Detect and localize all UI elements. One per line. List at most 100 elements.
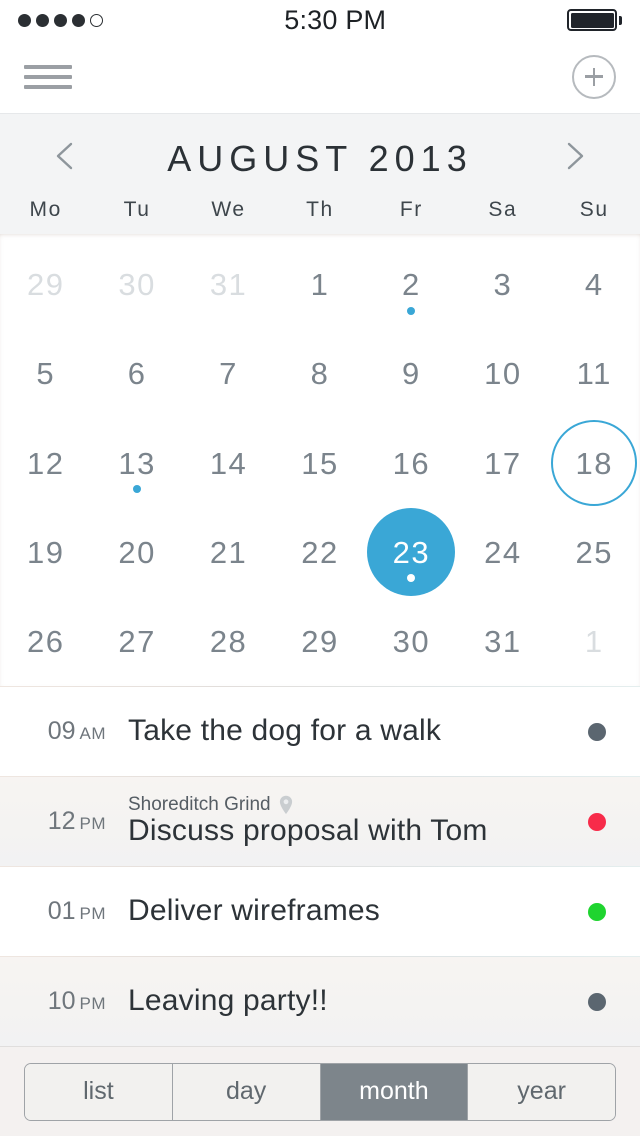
calendar-day-number: 23 <box>392 534 431 570</box>
calendar-day-number: 17 <box>484 445 522 481</box>
battery-full-icon <box>567 9 622 31</box>
calendar-day-number: 14 <box>209 445 248 481</box>
calendar-week-row: 5 6 7 8 9 10 11 <box>0 329 640 418</box>
weekday-labels: Mo Tu We Th Fr Sa Su <box>0 198 640 234</box>
event-status-dot <box>588 902 606 921</box>
calendar-week-row: 26 27 28 29 30 31 1 <box>0 597 640 686</box>
calendar-day-cell[interactable]: 19 <box>0 508 91 597</box>
app-screen: 5:30 PM AUGUST 2013 Mo Tu We Th Fr Sa Su 29 30 3… <box>0 0 640 1136</box>
month-header: AUGUST 2013 Mo Tu We Th Fr Sa Su <box>0 114 640 234</box>
calendar-day-number: 24 <box>484 534 522 570</box>
calendar-day-number: 7 <box>219 356 238 392</box>
event-status-dot <box>588 812 606 831</box>
event-list: 09 AM Take the dog for a walk 12 PM Shoreditc… <box>0 686 640 1046</box>
calendar-day-cell[interactable]: 24 <box>457 508 548 597</box>
calendar-day-number: 2 <box>402 267 421 303</box>
calendar-day-number: 16 <box>392 445 431 481</box>
calendar-day-cell[interactable]: 22 <box>274 508 365 597</box>
calendar-day-cell[interactable]: 29 <box>0 240 91 329</box>
calendar-day-number: 26 <box>26 623 65 659</box>
event-body: Deliver wireframes <box>128 894 588 929</box>
calendar-day-cell[interactable]: 1 <box>274 240 365 329</box>
hamburger-menu-icon[interactable] <box>24 61 72 93</box>
event-title: Discuss proposal with Tom <box>128 814 488 848</box>
event-time: 12 PM <box>0 807 128 836</box>
weekday-label: Fr <box>399 198 423 221</box>
event-title: Deliver wireframes <box>128 894 380 928</box>
calendar-day-event-dot <box>133 485 142 493</box>
tab-year[interactable]: year <box>468 1063 615 1120</box>
calendar-day-number: 6 <box>127 356 147 392</box>
calendar-day-cell[interactable]: 10 <box>457 329 548 418</box>
signal-dot <box>36 13 49 27</box>
calendar-day-cell[interactable]: 28 <box>183 597 274 686</box>
event-hour: 12 <box>47 807 76 835</box>
event-hour: 01 <box>47 897 76 925</box>
tab-month[interactable]: month <box>320 1063 469 1120</box>
calendar-day-cell[interactable]: 13 <box>91 418 182 507</box>
event-body: Shoreditch Grind Discuss proposal with To… <box>128 794 588 849</box>
event-row[interactable]: 12 PM Shoreditch Grind Discuss proposal wit… <box>0 776 640 866</box>
calendar-day-cell[interactable]: 16 <box>366 418 457 507</box>
calendar-day-number: 28 <box>209 623 248 659</box>
calendar-day-cell[interactable]: 11 <box>549 329 640 418</box>
calendar-day-cell[interactable]: 4 <box>549 240 640 329</box>
calendar-day-cell[interactable]: 8 <box>274 329 365 418</box>
chevron-left-icon[interactable] <box>46 136 86 176</box>
calendar-day-number: 4 <box>584 267 604 303</box>
calendar-day-cell[interactable]: 9 <box>366 329 457 418</box>
calendar-day-cell[interactable]: 27 <box>91 597 182 686</box>
calendar-day-number: 18 <box>575 445 613 481</box>
calendar-day-cell[interactable]: 23 <box>366 508 457 597</box>
calendar-day-event-dot <box>407 306 416 315</box>
event-time: 01 PM <box>0 897 128 926</box>
calendar-day-number: 30 <box>118 267 156 303</box>
calendar-day-cell[interactable]: 29 <box>274 597 365 686</box>
status-bar-time: 5:30 PM <box>284 4 387 35</box>
nav-bar <box>0 40 640 114</box>
calendar-day-cell[interactable]: 25 <box>549 508 640 597</box>
plus-circle-icon[interactable] <box>572 54 616 99</box>
status-bar: 5:30 PM <box>0 0 640 40</box>
calendar-day-cell[interactable]: 2 <box>366 240 457 329</box>
calendar-day-cell[interactable]: 31 <box>183 240 274 329</box>
page-title: AUGUST 2013 <box>167 138 473 179</box>
calendar-day-number: 25 <box>575 534 613 570</box>
event-title: Take the dog for a walk <box>128 714 442 748</box>
calendar-day-cell[interactable]: 31 <box>457 597 548 686</box>
tab-list[interactable]: list <box>25 1063 173 1120</box>
calendar-day-cell[interactable]: 18 <box>549 418 640 507</box>
calendar-day-number: 8 <box>310 356 330 392</box>
calendar-day-cell[interactable]: 26 <box>0 597 91 686</box>
event-row[interactable]: 10 PM Leaving party!! <box>0 956 640 1046</box>
weekday-label: Su <box>579 198 609 221</box>
weekday-label: Mo <box>29 198 62 221</box>
calendar-day-cell[interactable]: 3 <box>457 240 548 329</box>
event-meridiem: PM <box>79 814 106 833</box>
calendar-day-number: 1 <box>584 623 604 659</box>
calendar-day-cell[interactable]: 1 <box>549 597 640 686</box>
event-time: 10 PM <box>0 987 128 1016</box>
map-pin-icon <box>278 795 294 815</box>
signal-dot <box>54 13 67 27</box>
calendar-day-cell[interactable]: 14 <box>183 418 274 507</box>
calendar-day-cell[interactable]: 30 <box>91 240 182 329</box>
event-row[interactable]: 01 PM Deliver wireframes <box>0 866 640 956</box>
calendar-day-cell[interactable]: 30 <box>366 597 457 686</box>
calendar-day-cell[interactable]: 20 <box>91 508 182 597</box>
chevron-right-icon[interactable] <box>554 136 594 176</box>
event-row[interactable]: 09 AM Take the dog for a walk <box>0 686 640 776</box>
calendar-day-cell[interactable]: 15 <box>274 418 365 507</box>
calendar-day-cell[interactable]: 21 <box>183 508 274 597</box>
calendar-day-cell[interactable]: 6 <box>91 329 182 418</box>
calendar-week-row: 19 20 21 22 23 24 25 <box>0 508 640 597</box>
signal-strength-indicator <box>18 13 103 27</box>
segmented-control: list day month year <box>24 1062 616 1121</box>
calendar-day-cell[interactable]: 7 <box>183 329 274 418</box>
calendar-day-number: 31 <box>484 623 522 659</box>
calendar-day-cell[interactable]: 17 <box>457 418 548 507</box>
calendar-day-cell[interactable]: 12 <box>0 418 91 507</box>
tab-day[interactable]: day <box>172 1063 321 1120</box>
event-meridiem: PM <box>79 904 106 923</box>
calendar-day-cell[interactable]: 5 <box>0 329 91 418</box>
